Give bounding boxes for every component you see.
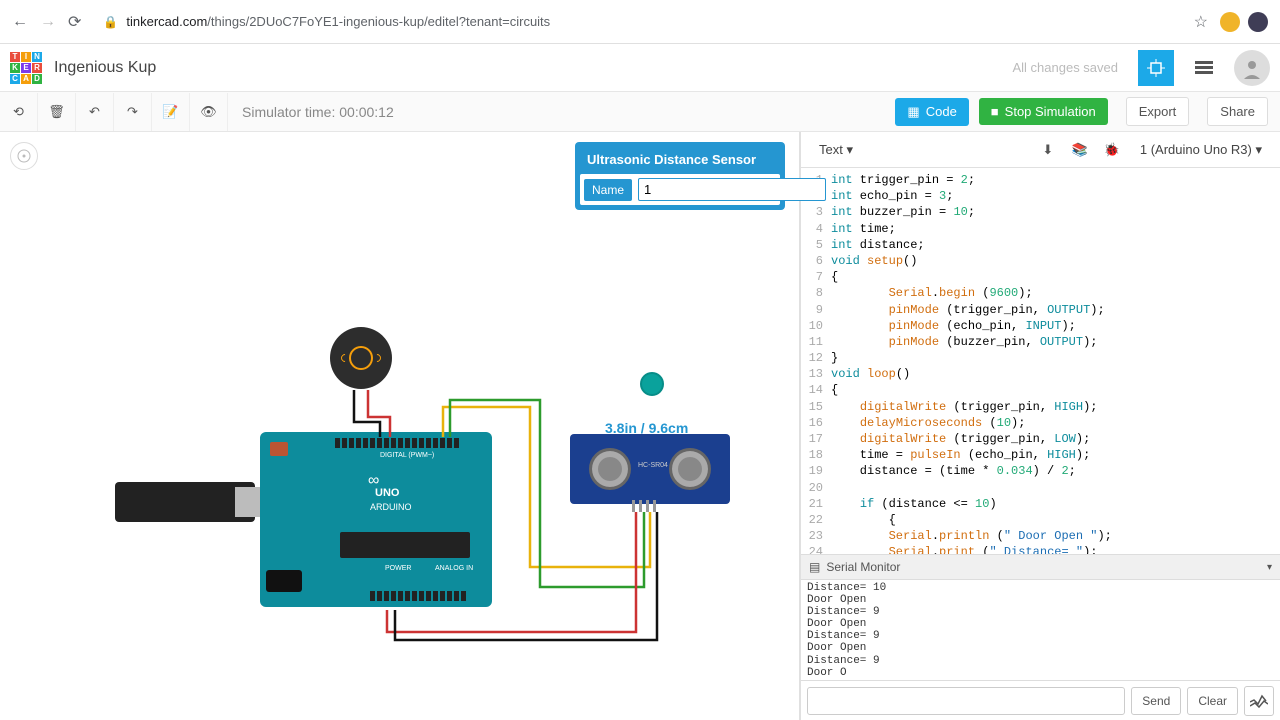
notes-icon[interactable]: 📝: [152, 93, 190, 131]
library-icon[interactable]: 📚: [1068, 138, 1092, 162]
browser-toolbar: ← → ⟳ 🔒 tinkercad.com/things/2DUoC7FoYE1…: [0, 0, 1280, 44]
rotate-icon[interactable]: ⟲: [0, 93, 38, 131]
serial-input[interactable]: [807, 687, 1125, 715]
bookmark-icon[interactable]: ☆: [1194, 12, 1208, 32]
download-icon[interactable]: ⬇: [1036, 138, 1060, 162]
delete-icon[interactable]: 🗑: [38, 93, 76, 131]
editor-toolbar: ⟲ 🗑 ↶ ↷ 📝 👁 Simulator time: 00:00:12 ▦ C…: [0, 92, 1280, 132]
ultrasonic-sensor[interactable]: HC-SR04: [570, 434, 730, 504]
save-status: All changes saved: [1012, 60, 1118, 75]
lock-icon: 🔒: [103, 15, 118, 29]
zoom-fit-button[interactable]: [10, 142, 38, 170]
name-field-input[interactable]: [638, 178, 826, 201]
graph-icon[interactable]: [1244, 686, 1274, 716]
code-mode-select[interactable]: Text ▾: [811, 138, 861, 162]
power-jack: [266, 570, 302, 592]
extension-icon[interactable]: [1220, 12, 1240, 32]
arduino-board[interactable]: DIGITAL (PWM~) ∞ UNO ARDUINO POWER ANALO…: [260, 432, 492, 607]
share-button[interactable]: Share: [1207, 97, 1268, 126]
tinkercad-logo[interactable]: TIN KER CAD: [10, 52, 42, 84]
back-icon[interactable]: ←: [12, 13, 28, 31]
inspector-title: Ultrasonic Distance Sensor: [579, 146, 781, 173]
components-list-button[interactable]: [1186, 50, 1222, 86]
code-editor[interactable]: 1int trigger_pin = 2;2int echo_pin = 3;3…: [801, 168, 1280, 554]
reload-icon[interactable]: ⟳: [68, 12, 81, 32]
code-icon: ▦: [907, 104, 919, 120]
component-inspector: Ultrasonic Distance Sensor Name: [575, 142, 785, 210]
stop-simulation-button[interactable]: ■ Stop Simulation: [979, 98, 1108, 125]
debug-icon[interactable]: 🐞: [1100, 138, 1124, 162]
board-select[interactable]: 1 (Arduino Uno R3) ▾: [1132, 138, 1270, 162]
visibility-icon[interactable]: 👁: [190, 93, 228, 131]
forward-icon[interactable]: →: [40, 13, 56, 31]
reset-button[interactable]: [270, 442, 288, 456]
send-button[interactable]: Send: [1131, 687, 1181, 715]
usb-connector: [235, 487, 263, 517]
export-button[interactable]: Export: [1126, 97, 1190, 126]
serial-monitor-header[interactable]: ▤ Serial Monitor ▾: [801, 554, 1280, 580]
piezo-buzzer[interactable]: [330, 327, 392, 389]
simulator-time: Simulator time: 00:00:12: [228, 104, 895, 120]
transducer-right: [669, 448, 711, 490]
stop-icon: ■: [991, 104, 999, 119]
extension-icons: [1220, 12, 1268, 32]
name-field-label: Name: [584, 179, 632, 201]
url-path: /things/2DUoC7FoYE1-ingenious-kup/editel…: [207, 14, 550, 29]
speaker-icon: [349, 346, 373, 370]
clear-button[interactable]: Clear: [1187, 687, 1238, 715]
undo-icon[interactable]: ↶: [76, 93, 114, 131]
distance-target[interactable]: [640, 372, 664, 396]
address-bar[interactable]: 🔒 tinkercad.com/things/2DUoC7FoYE1-ingen…: [93, 14, 1181, 29]
code-button[interactable]: ▦ Code: [895, 98, 968, 126]
circuit-canvas[interactable]: 3.8in / 9.6cm Ultrasonic Distance Sensor…: [0, 132, 800, 720]
code-panel: Text ▾ ⬇ 📚 🐞 1 (Arduino Uno R3) ▾ 1int t…: [800, 132, 1280, 720]
chevron-down-icon: ▾: [1267, 562, 1272, 573]
redo-icon[interactable]: ↷: [114, 93, 152, 131]
serial-output[interactable]: Distance= 10Door OpenDistance= 9Door Ope…: [801, 580, 1280, 680]
code-toolbar: Text ▾ ⬇ 📚 🐞 1 (Arduino Uno R3) ▾: [801, 132, 1280, 168]
serial-input-row: Send Clear: [801, 680, 1280, 720]
project-name[interactable]: Ingenious Kup: [54, 59, 1000, 77]
url-host: tinkercad.com: [126, 14, 207, 29]
circuits-view-button[interactable]: [1138, 50, 1174, 86]
serial-monitor-icon: ▤: [809, 560, 820, 574]
user-avatar[interactable]: [1234, 50, 1270, 86]
usb-cable[interactable]: [115, 482, 255, 522]
microcontroller-chip: [340, 532, 470, 558]
transducer-left: [589, 448, 631, 490]
extension-icon[interactable]: [1248, 12, 1268, 32]
app-header: TIN KER CAD Ingenious Kup All changes sa…: [0, 44, 1280, 92]
